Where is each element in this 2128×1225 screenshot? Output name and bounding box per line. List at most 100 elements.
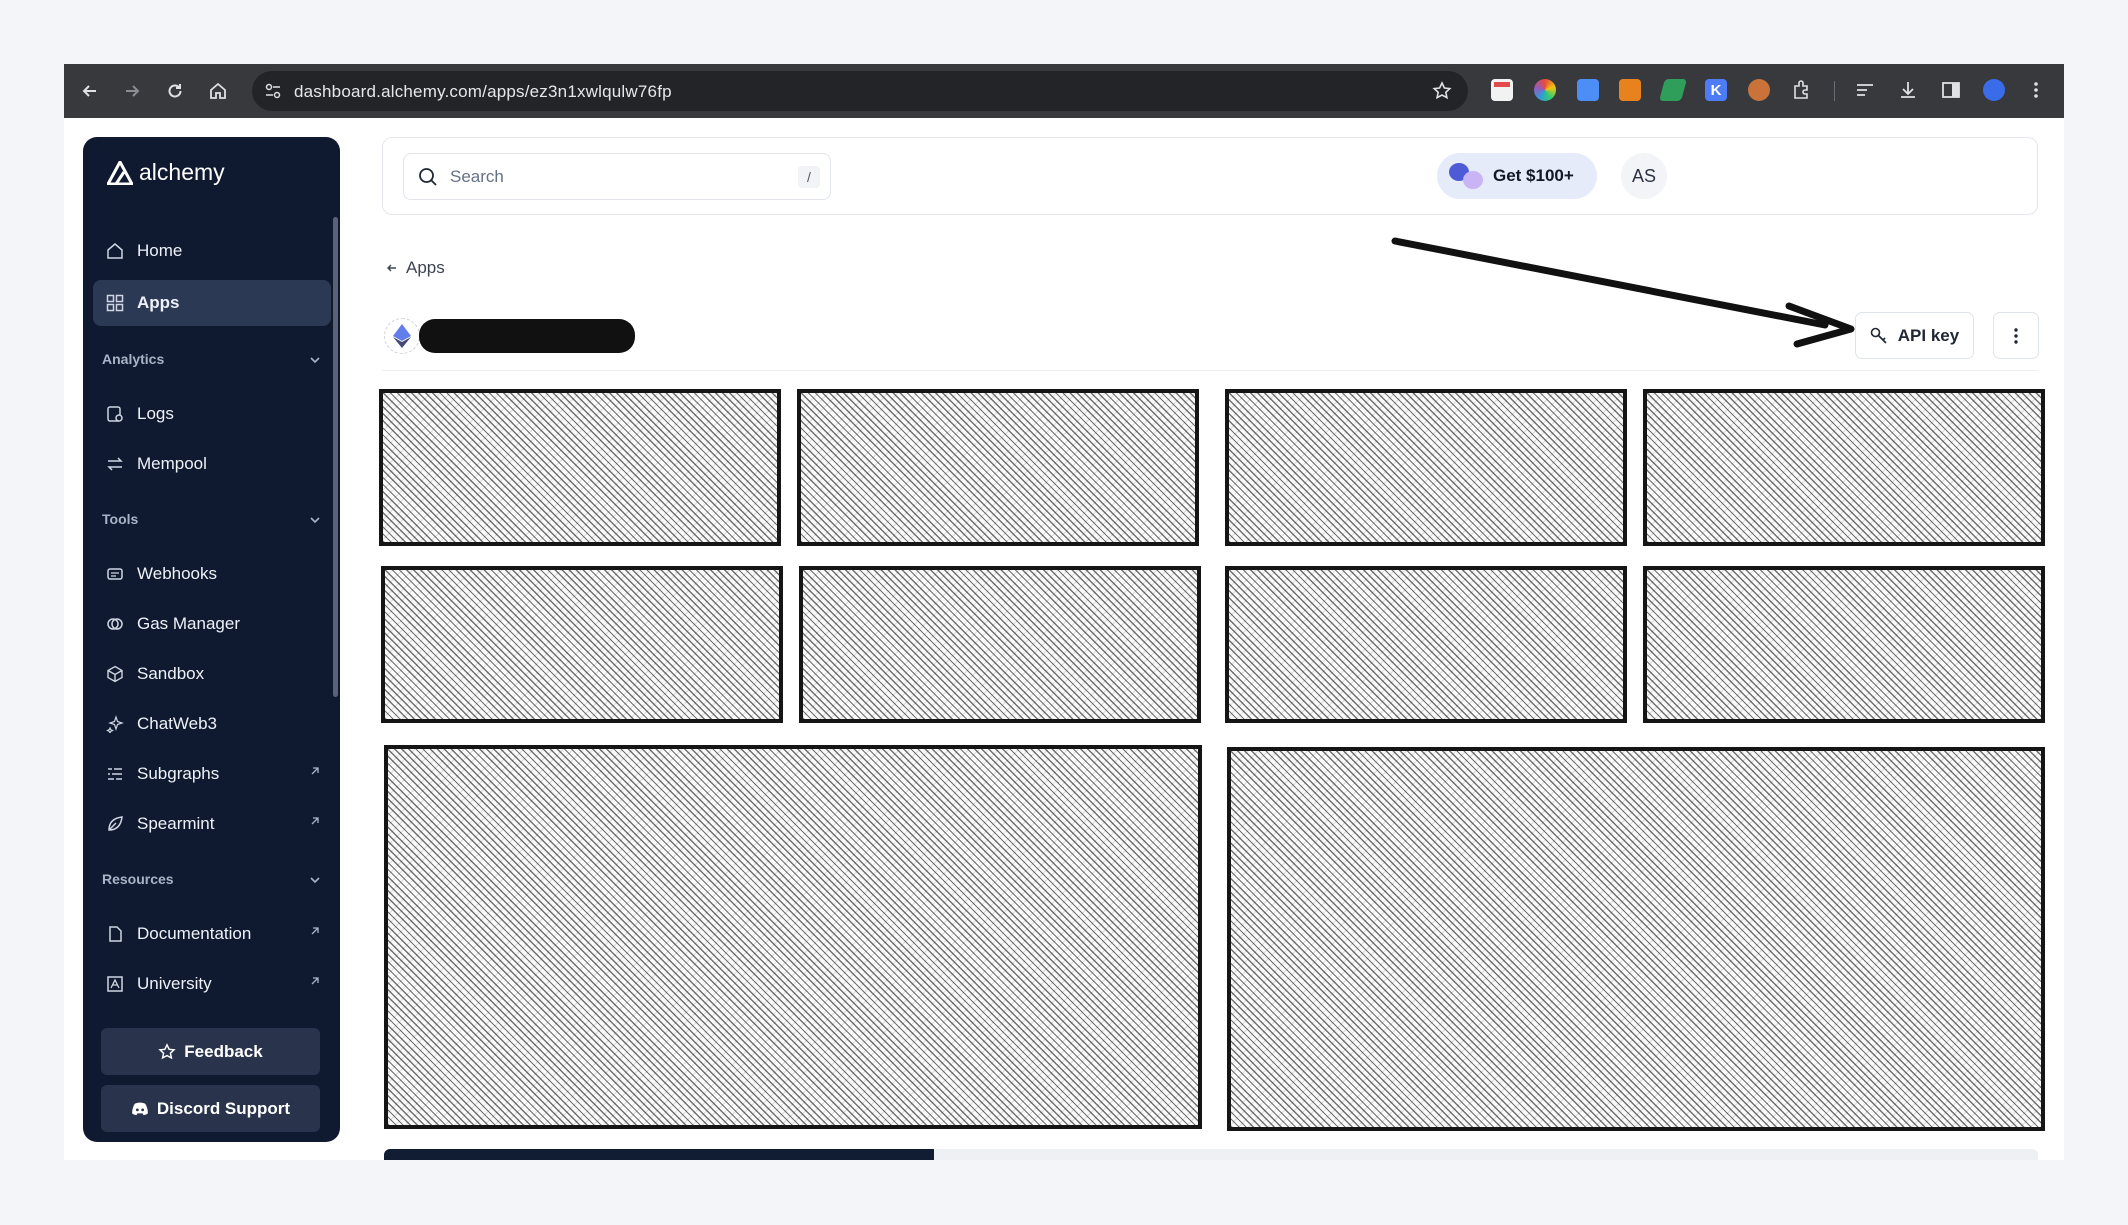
section-resources-header[interactable]: Resources — [102, 871, 324, 891]
sidebar-item-documentation[interactable]: Documentation — [93, 911, 331, 957]
search-box[interactable]: / — [403, 153, 831, 200]
external-link-icon — [311, 977, 319, 985]
extension-docs-icon[interactable] — [1577, 79, 1599, 101]
sidebar-item-spearmint[interactable]: Spearmint — [93, 801, 331, 847]
redacted-panel-large-left — [384, 745, 1202, 1129]
chevron-down-icon — [310, 357, 320, 364]
extension-color-icon[interactable] — [1534, 79, 1556, 101]
breadcrumb[interactable]: Apps — [386, 258, 445, 278]
sidebar-item-subgraphs[interactable]: Subgraphs — [93, 751, 331, 797]
api-key-label: API key — [1897, 325, 1960, 345]
mascot-icon — [1449, 161, 1485, 191]
sidebar-item-sandbox[interactable]: Sandbox — [93, 651, 331, 697]
sidebar-item-logs[interactable]: Logs — [93, 391, 331, 437]
more-options-button[interactable] — [1993, 312, 2039, 359]
redacted-app-name — [419, 319, 635, 353]
extension-calendar-icon[interactable] — [1491, 79, 1513, 101]
site-settings-icon[interactable] — [264, 82, 282, 105]
discord-icon — [132, 1102, 148, 1115]
redacted-panel-row2-col1 — [381, 566, 783, 723]
redacted-panel-row1-col3 — [1225, 389, 1627, 546]
user-avatar[interactable]: AS — [1621, 153, 1667, 199]
feedback-label: Feedback — [184, 1041, 263, 1061]
browser-toolbar: dashboard.alchemy.com/apps/ez3n1xwlqulw7… — [64, 64, 2064, 118]
feedback-button[interactable]: Feedback — [101, 1028, 320, 1075]
sparkle-icon — [105, 714, 125, 734]
sidebar-item-home[interactable]: Home — [93, 228, 331, 274]
discord-label: Discord Support — [156, 1098, 291, 1118]
sidebar-item-label: University — [137, 974, 212, 993]
sidebar-item-apps[interactable]: Apps — [93, 280, 331, 326]
brand-name: alchemy — [139, 159, 225, 185]
brand-logo[interactable]: alchemy — [107, 159, 225, 186]
redacted-panel-row1-col2 — [797, 389, 1199, 546]
sidebar-item-label: Spearmint — [137, 814, 215, 833]
breadcrumb-apps-link[interactable]: Apps — [406, 258, 445, 278]
sidebar-item-university[interactable]: University — [93, 961, 331, 1007]
cube-icon — [105, 664, 125, 684]
search-icon — [419, 168, 437, 186]
toolbar-divider — [1834, 81, 1835, 101]
side-panel-icon[interactable] — [1940, 79, 1962, 101]
section-title: Analytics — [102, 351, 165, 367]
annotation-arrow — [1391, 237, 1855, 348]
section-analytics-header[interactable]: Analytics — [102, 351, 324, 371]
sidebar-item-webhooks[interactable]: Webhooks — [93, 551, 331, 597]
alchemy-logo-icon — [107, 160, 133, 185]
bottom-bar — [384, 1149, 2038, 1160]
reload-icon[interactable] — [161, 77, 189, 105]
redacted-panel-row2-col3 — [1225, 566, 1627, 723]
discord-support-button[interactable]: Discord Support — [101, 1085, 320, 1132]
browser-window: dashboard.alchemy.com/apps/ez3n1xwlqulw7… — [64, 64, 2064, 1160]
ethereum-network-icon — [384, 318, 420, 354]
home-browser-icon[interactable] — [204, 77, 232, 105]
sidebar-item-label: Documentation — [137, 924, 252, 943]
sidebar-item-chatweb3[interactable]: ChatWeb3 — [93, 701, 331, 747]
chevron-down-icon — [310, 877, 320, 884]
leaf-icon — [105, 814, 125, 834]
api-key-button[interactable]: API key — [1855, 312, 1974, 359]
external-link-icon — [311, 927, 319, 935]
extension-metamask-icon[interactable] — [1619, 79, 1641, 101]
sidebar: alchemy Home Apps Analytics Logs Mempool… — [83, 137, 340, 1142]
extensions-puzzle-icon[interactable] — [1791, 79, 1813, 101]
sidebar-item-gas-manager[interactable]: Gas Manager — [93, 601, 331, 647]
profile-avatar-icon[interactable] — [1983, 79, 2005, 101]
external-link-icon — [311, 817, 319, 825]
grid-icon — [105, 293, 125, 313]
sidebar-item-label: Apps — [137, 293, 180, 312]
key-icon — [1870, 327, 1887, 344]
sidebar-scrollbar[interactable] — [333, 217, 338, 697]
arrows-swap-icon — [105, 454, 125, 474]
list-icon — [105, 764, 125, 784]
home-icon — [105, 241, 125, 261]
extension-fox-icon[interactable] — [1748, 79, 1770, 101]
logs-icon — [105, 404, 125, 424]
bookmark-star-icon[interactable] — [1432, 81, 1452, 106]
external-link-icon — [311, 767, 319, 775]
reading-list-icon[interactable] — [1854, 79, 1876, 101]
extension-k-icon[interactable]: K — [1705, 79, 1727, 101]
sidebar-item-label: Webhooks — [137, 564, 218, 583]
star-icon — [158, 1042, 176, 1059]
chevron-down-icon — [310, 517, 320, 524]
promo-button[interactable]: Get $100+ — [1437, 153, 1597, 199]
browser-menu-icon[interactable] — [2025, 79, 2047, 101]
extension-chart-icon[interactable] — [1659, 79, 1687, 101]
section-tools-header[interactable]: Tools — [102, 511, 324, 531]
redacted-panel-row2-col2 — [799, 566, 1201, 723]
sidebar-item-label: Sandbox — [137, 664, 205, 683]
arrow-left-icon — [387, 264, 396, 272]
back-icon[interactable] — [76, 77, 104, 105]
sidebar-item-mempool[interactable]: Mempool — [93, 441, 331, 487]
section-title: Tools — [102, 511, 139, 527]
forward-icon[interactable] — [118, 77, 146, 105]
address-bar[interactable]: dashboard.alchemy.com/apps/ez3n1xwlqulw7… — [252, 71, 1468, 111]
redacted-panel-row2-col4 — [1643, 566, 2045, 723]
download-icon[interactable] — [1897, 79, 1919, 101]
redacted-panel-row1-col1 — [379, 389, 781, 546]
redacted-panel-row1-col4 — [1643, 389, 2045, 546]
search-input[interactable] — [450, 167, 770, 187]
sidebar-item-label: Logs — [137, 404, 174, 423]
sidebar-item-label: Mempool — [137, 454, 207, 473]
